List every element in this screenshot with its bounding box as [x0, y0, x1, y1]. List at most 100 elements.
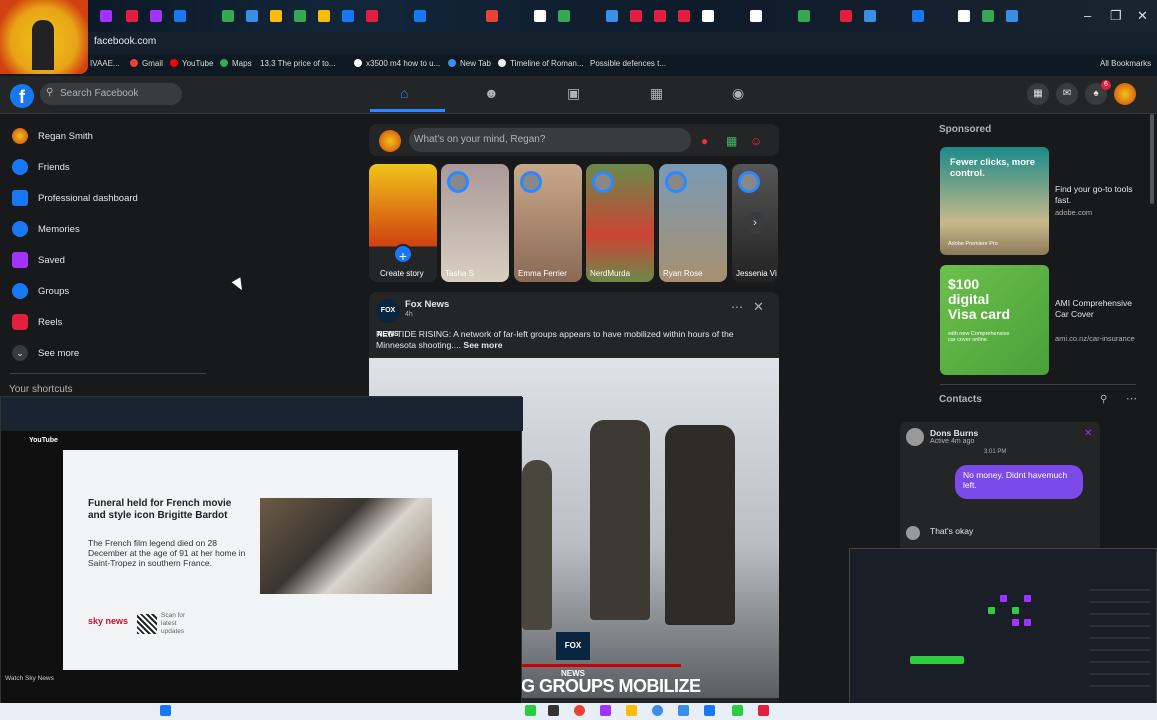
sidebar-item-friends[interactable]: Friends [12, 156, 70, 178]
bookmark[interactable]: New Tab [448, 59, 491, 68]
post-time[interactable]: 4h [405, 311, 413, 318]
tab-favicon[interactable] [558, 10, 570, 22]
ad-title[interactable]: AMI Comprehensive Car Cover [1055, 298, 1147, 320]
search-input[interactable]: ⚲ Search Facebook [40, 83, 182, 105]
facebook-logo[interactable]: f [10, 84, 34, 108]
story-create[interactable]: + Create story [369, 164, 437, 282]
ad-title[interactable]: Find your go-to tools fast. [1055, 184, 1147, 206]
story-card[interactable]: Tasha S [441, 164, 509, 282]
bookmark[interactable]: Possible defences t... [590, 59, 666, 68]
post-author[interactable]: Fox News [405, 299, 449, 310]
tab-favicon[interactable] [798, 10, 810, 22]
ad-image[interactable]: Fewer clicks, more control. Adobe Premie… [940, 147, 1049, 255]
close-icon[interactable]: ✕ [753, 299, 764, 315]
tab-favicon[interactable] [222, 10, 234, 22]
tab-favicon[interactable] [630, 10, 642, 22]
tab-favicon[interactable] [702, 10, 714, 22]
tab-favicon-active[interactable] [414, 10, 426, 22]
friends-nav-icon[interactable]: ☻ [484, 85, 499, 101]
tab-favicon[interactable] [270, 10, 282, 22]
grid-cell[interactable] [1012, 607, 1019, 614]
taskbar-app-icon[interactable] [548, 705, 559, 716]
taskbar-app-icon[interactable] [678, 705, 689, 716]
messenger-icon[interactable]: ✉ [1056, 83, 1078, 105]
home-icon[interactable]: ⌂ [400, 85, 408, 101]
see-more-link[interactable]: See more [463, 340, 502, 350]
grid-cell[interactable] [988, 607, 995, 614]
sidebar-item-dashboard[interactable]: Professional dashboard [12, 187, 138, 209]
bookmark[interactable]: Timeline of Roman... [498, 59, 584, 68]
bookmark[interactable]: Maps [220, 59, 252, 68]
tab-favicon[interactable] [246, 10, 258, 22]
chat-contact-name[interactable]: Dons Burns [930, 428, 978, 438]
tab-favicon[interactable] [342, 10, 354, 22]
scrollbar[interactable] [1150, 114, 1154, 204]
story-card[interactable]: Ryan Rose [659, 164, 727, 282]
grid-cell[interactable] [1012, 619, 1019, 626]
composer-avatar[interactable] [379, 130, 401, 152]
minimize-button[interactable]: – [1084, 8, 1091, 23]
more-options-icon[interactable]: ⋯ [731, 300, 743, 314]
taskbar-app-icon[interactable] [758, 705, 769, 716]
youtube-logo[interactable]: YouTube [29, 437, 58, 444]
tab-favicon[interactable] [534, 10, 546, 22]
url-text[interactable]: facebook.com [94, 36, 156, 47]
gaming-nav-icon[interactable]: ◉ [732, 85, 744, 102]
grid-cell[interactable] [1024, 595, 1031, 602]
sidebar-item-memories[interactable]: Memories [12, 218, 80, 240]
bookmark[interactable]: YouTube [170, 59, 213, 68]
tab-favicon[interactable] [678, 10, 690, 22]
ad-image[interactable]: $100 digital Visa card with new Comprehe… [940, 265, 1049, 375]
chat-close-icon[interactable]: ✕ [1084, 428, 1092, 439]
tab-favicon[interactable] [912, 10, 924, 22]
youtube-pip-window[interactable]: YouTube Funeral held for French movie an… [0, 396, 523, 708]
sidebar-see-more[interactable]: ⌄ See more [12, 342, 79, 364]
maximize-button[interactable]: ❐ [1110, 8, 1122, 24]
sidebar-item-groups[interactable]: Groups [12, 280, 69, 302]
pip-green-button[interactable] [910, 656, 964, 664]
tab-favicon[interactable] [294, 10, 306, 22]
bookmark[interactable]: 13.3 The price of to... [260, 59, 335, 68]
tab-favicon[interactable] [366, 10, 378, 22]
contacts-options-icon[interactable]: ⋯ [1126, 392, 1137, 405]
menu-grid-icon[interactable]: ▦ [1027, 83, 1049, 105]
tab-favicon[interactable] [1006, 10, 1018, 22]
story-card[interactable]: NerdMurda [586, 164, 654, 282]
tab-favicon[interactable] [174, 10, 186, 22]
taskbar-app-icon[interactable] [704, 705, 715, 716]
sidebar-item-profile[interactable]: Regan Smith [12, 125, 93, 147]
marketplace-nav-icon[interactable]: ▦ [650, 85, 663, 102]
account-avatar[interactable] [1114, 83, 1136, 105]
tab-favicon[interactable] [318, 10, 330, 22]
tab-favicon[interactable] [100, 10, 112, 22]
tab-favicon[interactable] [150, 10, 162, 22]
taskbar-app-icon[interactable] [732, 705, 743, 716]
live-video-icon[interactable]: ● [701, 134, 708, 148]
windows-start-icon[interactable] [160, 705, 171, 716]
photo-icon[interactable]: ▦ [726, 134, 737, 148]
bookmark[interactable]: x3500 m4 how to u... [354, 59, 440, 68]
fox-news-avatar[interactable]: FOX NEWS [376, 299, 400, 338]
tab-favicon[interactable] [864, 10, 876, 22]
chrome-icon[interactable] [574, 705, 585, 716]
tab-favicon[interactable] [750, 10, 762, 22]
edge-icon[interactable] [652, 705, 663, 716]
address-bar[interactable] [0, 32, 1157, 54]
plus-icon[interactable]: + [393, 244, 413, 264]
video-nav-icon[interactable]: ▣ [567, 85, 580, 102]
stories-next-button[interactable]: › [744, 212, 766, 234]
stocky-pip-window[interactable] [849, 548, 1157, 710]
tab-favicon[interactable] [840, 10, 852, 22]
bookmark[interactable]: Gmail [130, 59, 163, 68]
contact-avatar[interactable] [906, 428, 924, 446]
tab-favicon[interactable] [654, 10, 666, 22]
taskbar-app-icon[interactable] [600, 705, 611, 716]
close-window-button[interactable]: ✕ [1137, 8, 1148, 24]
sidebar-item-reels[interactable]: Reels [12, 311, 62, 333]
tab-favicon[interactable] [126, 10, 138, 22]
grid-cell[interactable] [1024, 619, 1031, 626]
tab-favicon[interactable] [606, 10, 618, 22]
tab-favicon[interactable] [982, 10, 994, 22]
feeling-icon[interactable]: ☺ [750, 134, 762, 148]
sidebar-item-saved[interactable]: Saved [12, 249, 65, 271]
